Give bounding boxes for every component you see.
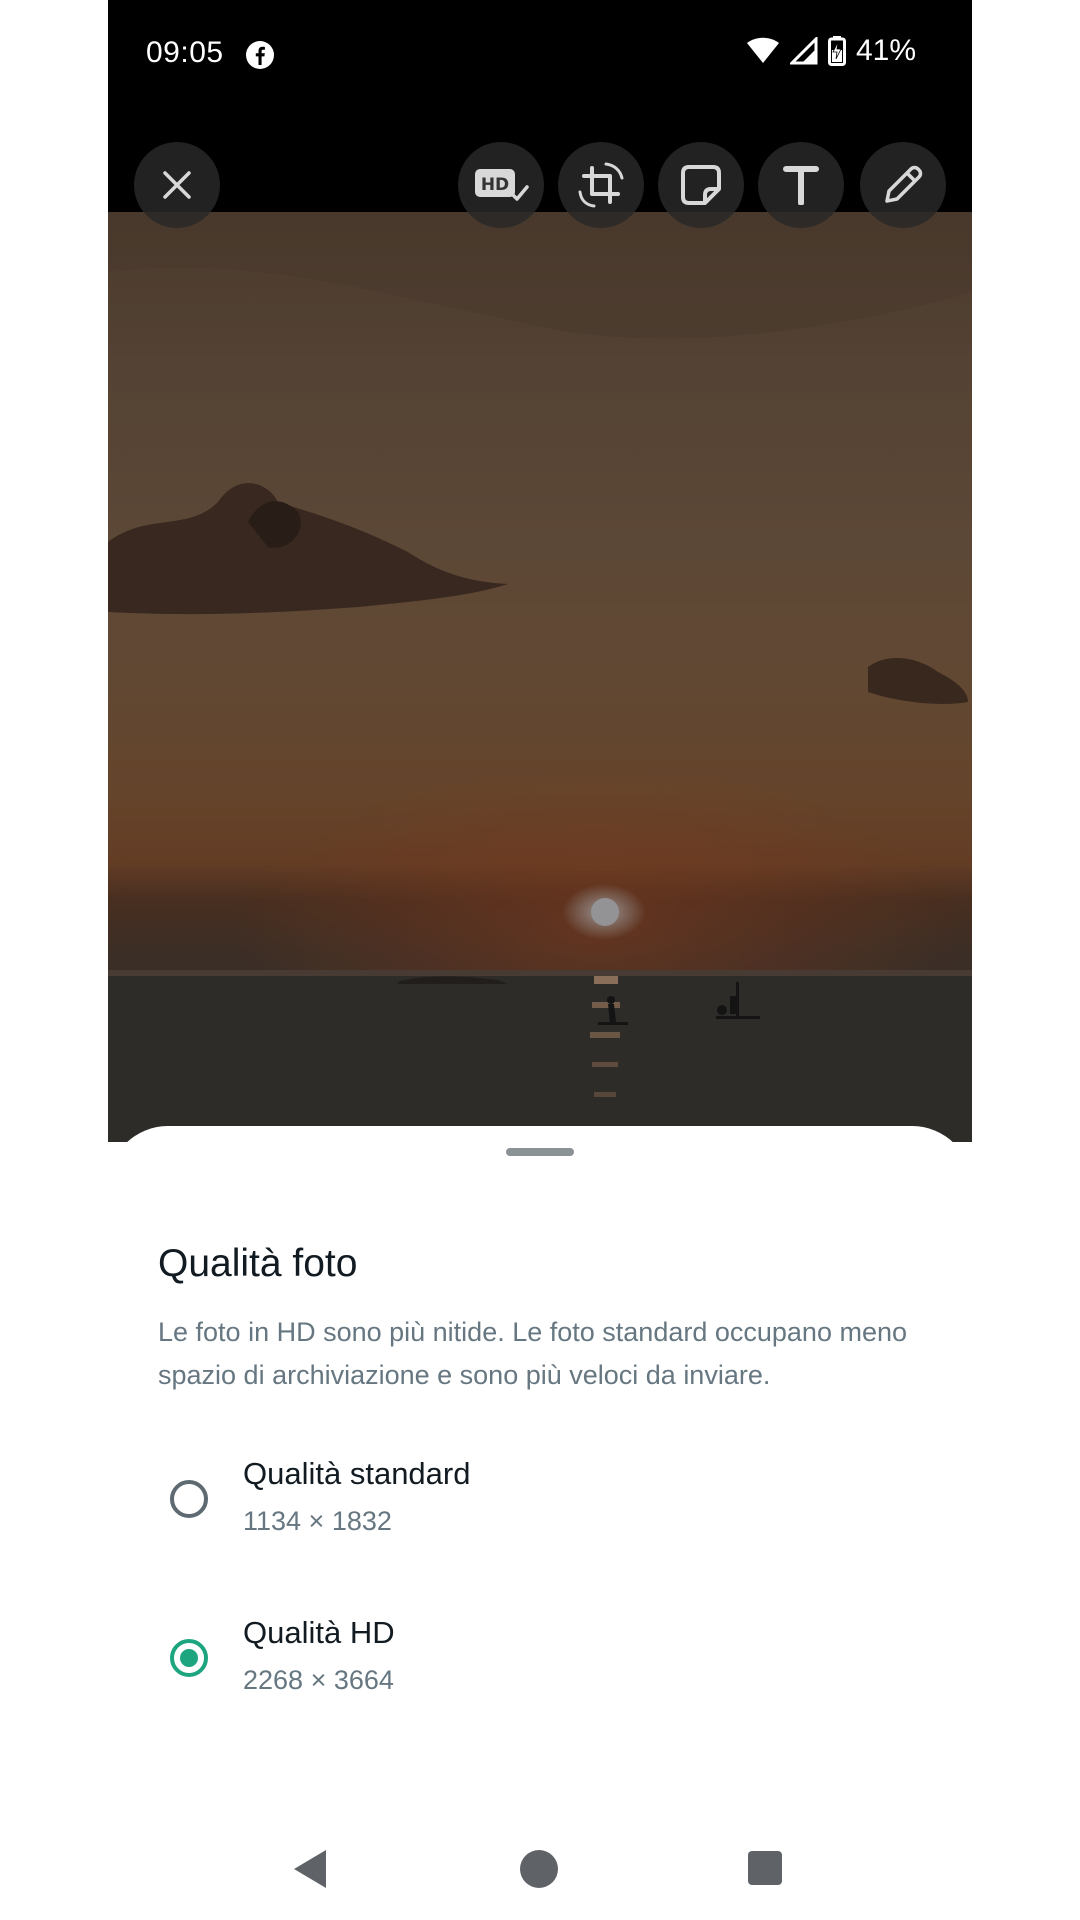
status-time: 09:05: [146, 36, 224, 69]
sheet-drag-handle[interactable]: [506, 1148, 574, 1156]
sticker-button[interactable]: [658, 142, 744, 228]
text-button[interactable]: [758, 142, 844, 228]
option-hd-quality[interactable]: Qualità HD 2268 × 3664: [108, 1603, 972, 1723]
screen: 09:05 41% HD Qualità foto Le foto in HD …: [0, 0, 1080, 1920]
home-icon[interactable]: [520, 1850, 558, 1888]
hd-quality-icon: HD: [475, 169, 529, 201]
photo-quality-sheet: Qualità foto Le foto in HD sono più niti…: [108, 1126, 972, 1920]
sunset-photo: [108, 212, 972, 1142]
battery-level: 41%: [855, 34, 916, 67]
recents-icon[interactable]: [748, 1851, 782, 1885]
navigation-bar: [108, 1820, 972, 1920]
status-bar: 09:05 41%: [108, 0, 972, 110]
back-icon[interactable]: [294, 1850, 326, 1888]
sticker-icon: [681, 165, 721, 205]
pencil-icon: [885, 165, 923, 203]
hd-quality-button[interactable]: HD: [458, 142, 544, 228]
status-icons: 41%: [746, 34, 916, 68]
sheet-description: Le foto in HD sono più nitide. Le foto s…: [158, 1317, 907, 1390]
option-resolution: 2268 × 3664: [243, 1665, 394, 1695]
close-button[interactable]: [134, 142, 220, 228]
sheet-title: Qualità foto: [158, 1242, 358, 1285]
photo-editor-app: 09:05 41% HD Qualità foto Le foto in HD …: [108, 0, 972, 1920]
radio-hd-quality[interactable]: [170, 1639, 208, 1677]
option-label: Qualità HD: [243, 1615, 395, 1650]
radio-standard-quality[interactable]: [170, 1480, 208, 1518]
wifi-icon: [746, 37, 779, 63]
draw-button[interactable]: [860, 142, 946, 228]
signal-icon: [789, 37, 818, 65]
crop-rotate-button[interactable]: [558, 142, 644, 228]
crop-rotate-icon: [578, 162, 624, 208]
text-icon: [783, 166, 819, 205]
svg-text:HD: HD: [481, 175, 509, 195]
option-resolution: 1134 × 1832: [243, 1506, 392, 1536]
option-standard-quality[interactable]: Qualità standard 1134 × 1832: [108, 1444, 972, 1564]
photo-preview: [108, 212, 972, 1142]
close-icon: [163, 171, 191, 199]
editor-toolbar: HD: [108, 110, 972, 228]
battery-charging-icon: [827, 36, 846, 66]
option-label: Qualità standard: [243, 1456, 471, 1491]
facebook-icon: [246, 41, 274, 69]
